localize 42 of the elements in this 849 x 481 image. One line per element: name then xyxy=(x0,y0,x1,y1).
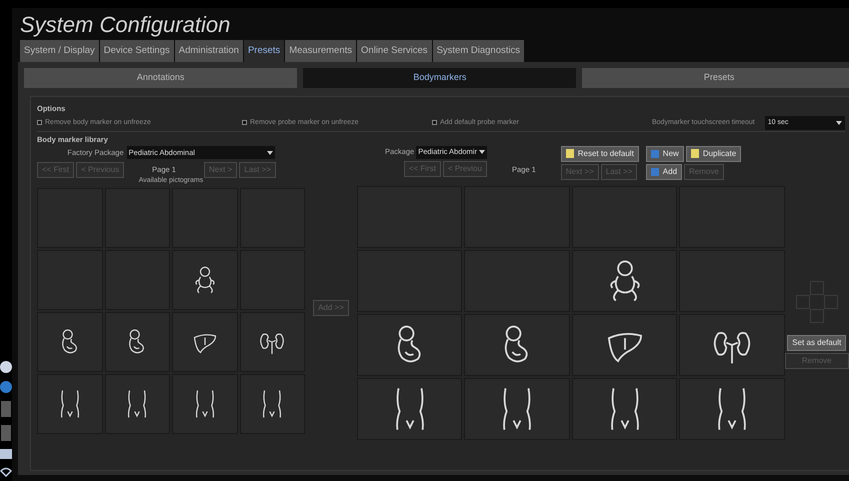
toolbar-button[interactable]: Add xyxy=(646,164,682,180)
dropdown-caret-icon xyxy=(266,150,273,154)
settings-tab[interactable]: Presets xyxy=(244,40,284,62)
dropdown-caret-icon xyxy=(836,120,842,125)
settings-tab[interactable]: Measurements xyxy=(285,40,356,62)
toolbar-button[interactable]: Set as default xyxy=(787,334,846,351)
pictogram-tile[interactable] xyxy=(240,312,305,372)
pictogram-tile[interactable] xyxy=(679,314,785,376)
settings-tab[interactable]: System Diagnostics xyxy=(432,40,524,62)
pictogram-tile[interactable] xyxy=(357,314,462,376)
pictogram-tile[interactable] xyxy=(464,378,570,440)
settings-tab[interactable]: Device Settings xyxy=(100,40,174,62)
pictogram-tile[interactable] xyxy=(172,374,238,434)
wifi-icon[interactable] xyxy=(0,467,12,477)
dropdown-caret-icon xyxy=(478,150,485,154)
pictogram-tile[interactable] xyxy=(37,312,102,372)
toolbar-button[interactable]: Duplicate xyxy=(686,146,742,162)
settings-tab[interactable]: Administration xyxy=(174,40,243,62)
plus-icon xyxy=(650,150,659,158)
pictogram-tile[interactable] xyxy=(240,374,305,434)
pictogram-tile[interactable] xyxy=(172,312,238,372)
subsection-tab[interactable]: Presets xyxy=(582,68,849,88)
document-icon xyxy=(566,149,574,158)
pictogram-tile[interactable] xyxy=(572,250,678,312)
toolbar-button[interactable]: New xyxy=(646,146,684,162)
settings-tab[interactable]: System / Display xyxy=(20,40,99,62)
subsection-tab[interactable]: Bodymarkers xyxy=(303,68,576,88)
pictogram-tile[interactable] xyxy=(37,374,102,434)
pictogram-tile[interactable] xyxy=(572,378,678,440)
pictogram-tile[interactable] xyxy=(104,374,170,434)
pictogram-tile[interactable] xyxy=(104,312,170,372)
pictogram-tile[interactable] xyxy=(464,314,570,376)
pictogram-tile[interactable] xyxy=(172,250,238,310)
window-title: System Configuration xyxy=(19,11,232,39)
settings-tab[interactable]: Online Services xyxy=(357,40,432,62)
document-icon xyxy=(690,149,699,158)
plus-icon xyxy=(650,168,659,176)
toolbar-button[interactable]: Reset to default xyxy=(560,146,639,162)
pictogram-tile[interactable] xyxy=(679,378,785,440)
pictogram-tile[interactable] xyxy=(357,378,462,440)
subsection-tab[interactable]: Annotations xyxy=(24,68,298,88)
pictogram-tile[interactable] xyxy=(572,314,678,376)
